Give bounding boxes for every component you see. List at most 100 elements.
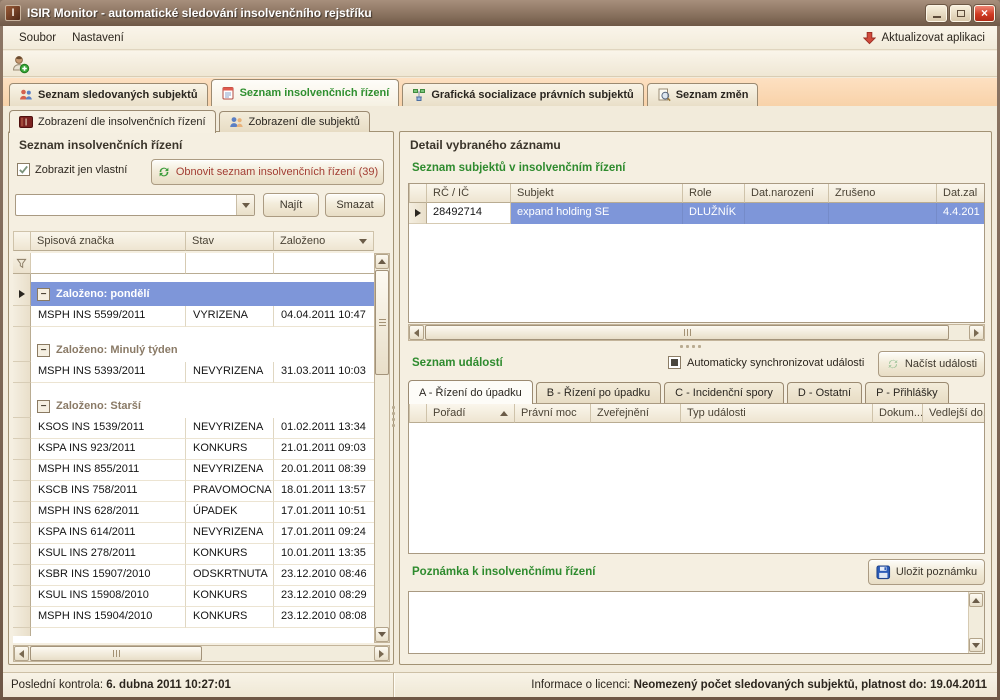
collapse-icon[interactable]: − bbox=[37, 343, 50, 357]
note-textarea[interactable] bbox=[409, 592, 967, 653]
events-tab-p[interactable]: P - Přihlášky bbox=[865, 382, 949, 403]
scroll-left-button[interactable] bbox=[409, 325, 424, 340]
events-tab-a[interactable]: A - Řízení do úpadku bbox=[408, 380, 533, 404]
update-app-button[interactable]: Aktualizovat aplikaci bbox=[859, 29, 989, 47]
column-header-dokument[interactable]: Dokum... bbox=[873, 404, 923, 423]
license-status: Informace o licenci: Neomezený počet sle… bbox=[395, 679, 997, 691]
scroll-up-button[interactable] bbox=[375, 254, 389, 269]
sync-events-checkbox[interactable]: Automaticky synchronizovat události bbox=[668, 356, 864, 369]
column-header-zruseno[interactable]: Zrušeno bbox=[829, 184, 937, 203]
subjects-section-title: Seznam subjektů v insolvenčním řízení bbox=[412, 162, 626, 174]
column-label: Typ události bbox=[687, 407, 746, 419]
window-title: ISIR Monitor - automatické sledování ins… bbox=[27, 6, 372, 20]
table-row[interactable]: MSPH INS 15904/2010 KONKURS 23.12.2010 08:… bbox=[13, 607, 374, 628]
column-header-dat-zalozeni[interactable]: Dat.zal bbox=[937, 184, 984, 203]
events-splitter[interactable] bbox=[680, 345, 701, 348]
column-header-stav[interactable]: Stav bbox=[186, 231, 274, 251]
own-only-checkbox[interactable]: Zobrazit jen vlastní bbox=[17, 163, 127, 176]
subtab-by-proceedings[interactable]: Zobrazení dle insolvenčních řízení bbox=[9, 110, 216, 133]
table-row[interactable]: MSPH INS 855/2011 NEVYRIZENA 20.01.2011 08… bbox=[13, 460, 374, 481]
cell-state: NEVYRIZENA bbox=[186, 362, 274, 383]
scroll-thumb[interactable] bbox=[425, 325, 949, 340]
note-scrollbar[interactable] bbox=[968, 592, 984, 653]
group-row-pondeli[interactable]: − Založeno: pondělí bbox=[13, 282, 374, 306]
find-button[interactable]: Najít bbox=[263, 193, 319, 217]
load-events-button[interactable]: Načíst události bbox=[878, 351, 985, 377]
scroll-thumb[interactable] bbox=[30, 646, 202, 661]
menu-item-nastaveni[interactable]: Nastavení bbox=[64, 29, 132, 47]
table-row[interactable]: KSBR INS 15907/2010 ODSKRTNUTA 23.12.2010 … bbox=[13, 565, 374, 586]
column-header-subjekt[interactable]: Subjekt bbox=[511, 184, 683, 203]
column-header-poradi[interactable]: Pořadí bbox=[427, 404, 515, 423]
scroll-right-button[interactable] bbox=[969, 325, 984, 340]
column-header-zverejneni[interactable]: Zveřejnění bbox=[591, 404, 681, 423]
table-row[interactable]: KSUL INS 278/2011 KONKURS 10.01.2011 13:35 bbox=[13, 544, 374, 565]
group-row-minuly-tyden[interactable]: − Založeno: Minulý týden bbox=[13, 338, 374, 362]
group-row-starsi[interactable]: − Založeno: Starší bbox=[13, 394, 374, 418]
table-row[interactable]: KSPA INS 923/2011 KONKURS 21.01.2011 09:03 bbox=[13, 439, 374, 460]
column-header-typ-udalosti[interactable]: Typ události bbox=[681, 404, 873, 423]
table-row[interactable]: MSPH INS 5393/2011 NEVYRIZENA 31.03.2011… bbox=[13, 362, 374, 383]
events-tab-d[interactable]: D - Ostatní bbox=[786, 382, 863, 403]
close-button[interactable]: × bbox=[974, 4, 995, 22]
tab-insolvency-proceedings[interactable]: Seznam insolvenčních řízení bbox=[210, 79, 400, 106]
minimize-button[interactable] bbox=[926, 4, 947, 22]
scroll-down-button[interactable] bbox=[375, 627, 389, 642]
collapse-icon[interactable]: − bbox=[37, 287, 50, 301]
group-label: Založeno: pondělí bbox=[56, 288, 150, 300]
column-header-dat-narozeni[interactable]: Dat.narození bbox=[745, 184, 829, 203]
table-row[interactable]: KSPA INS 614/2011 NEVYRIZENA 17.01.2011 09… bbox=[13, 523, 374, 544]
events-tab-b[interactable]: B - Řízení po úpadku bbox=[535, 382, 662, 403]
scroll-right-button[interactable] bbox=[374, 646, 389, 661]
table-row[interactable]: KSOS INS 1539/2011 NEVYRIZENA 01.02.2011 1… bbox=[13, 418, 374, 439]
column-header-pravni-moc[interactable]: Právní moc bbox=[515, 404, 591, 423]
events-tab-c[interactable]: C - Incidenční spory bbox=[664, 382, 784, 403]
scroll-thumb[interactable] bbox=[375, 270, 389, 375]
subtab-by-subjects[interactable]: Zobrazení dle subjektů bbox=[218, 111, 370, 132]
collapse-icon[interactable]: − bbox=[37, 399, 50, 413]
refresh-list-button[interactable]: Obnovit seznam insolvenčních řízení (39) bbox=[151, 159, 384, 185]
clear-button[interactable]: Smazat bbox=[325, 193, 385, 217]
scroll-up-button[interactable] bbox=[969, 593, 983, 607]
table-row[interactable]: KSCB INS 758/2011 PRAVOMOCNA 18.01.2011 13… bbox=[13, 481, 374, 502]
row-selector bbox=[13, 383, 31, 394]
table-row[interactable]: MSPH INS 5599/2011 VYRIZENA 04.04.2011 1… bbox=[13, 306, 374, 327]
save-note-button[interactable]: Uložit poznámku bbox=[868, 559, 985, 585]
subjects-horizontal-scrollbar[interactable] bbox=[408, 324, 985, 341]
table-row[interactable]: MSPH INS 628/2011 ÚPADEK 17.01.2011 10:51 bbox=[13, 502, 374, 523]
scroll-down-button[interactable] bbox=[969, 638, 983, 652]
column-header-vedlejsi-dokument[interactable]: Vedlejší do... bbox=[923, 404, 984, 423]
update-app-label: Aktualizovat aplikaci bbox=[881, 31, 985, 44]
maximize-button[interactable] bbox=[950, 4, 971, 22]
window-titlebar[interactable]: I ISIR Monitor - automatické sledování i… bbox=[0, 0, 1000, 26]
column-header-spisova-znacka[interactable]: Spisová značka bbox=[31, 231, 186, 251]
search-combobox[interactable] bbox=[15, 194, 255, 216]
column-label: Vedlejší do... bbox=[929, 407, 984, 419]
status-bar: Poslední kontrola: 6. dubna 2011 10:27:0… bbox=[3, 672, 997, 697]
subjects-table-header: RČ / IČ Subjekt Role Dat.narození Zrušen… bbox=[409, 184, 984, 203]
cell-created: 21.01.2011 09:03 bbox=[274, 439, 374, 460]
tab-graphical-socialization[interactable]: Grafická socializace právních subjektů bbox=[402, 83, 644, 106]
tab-changes-list[interactable]: Seznam změn bbox=[646, 83, 759, 106]
tab-label: Seznam insolvenčních řízení bbox=[239, 87, 390, 99]
search-input[interactable] bbox=[16, 195, 236, 215]
cell-case: MSPH INS 5393/2011 bbox=[31, 362, 186, 383]
scroll-left-button[interactable] bbox=[14, 646, 29, 661]
subject-row[interactable]: 28492714 expand holding SE DLUŽNÍK 4.4.2… bbox=[409, 203, 984, 224]
tab-watched-subjects[interactable]: Seznam sledovaných subjektů bbox=[9, 83, 208, 106]
filter-input-spisova[interactable] bbox=[31, 253, 186, 274]
left-horizontal-scrollbar[interactable] bbox=[13, 645, 390, 662]
cell-role: DLUŽNÍK bbox=[683, 203, 745, 224]
add-subject-button[interactable] bbox=[8, 53, 32, 75]
left-vertical-scrollbar[interactable] bbox=[374, 253, 390, 643]
column-header-zalozeno[interactable]: Založeno bbox=[274, 231, 374, 251]
panel-splitter[interactable] bbox=[392, 406, 395, 427]
menu-item-soubor[interactable]: Soubor bbox=[11, 29, 64, 47]
filter-input-zalozeno[interactable] bbox=[274, 253, 374, 274]
combo-dropdown-button[interactable] bbox=[236, 195, 254, 215]
table-row[interactable]: KSUL INS 15908/2010 KONKURS 23.12.2010 08:… bbox=[13, 586, 374, 607]
column-header-rc-ic[interactable]: RČ / IČ bbox=[427, 184, 511, 203]
row-selector bbox=[13, 327, 31, 338]
filter-input-stav[interactable] bbox=[186, 253, 274, 274]
column-header-role[interactable]: Role bbox=[683, 184, 745, 203]
